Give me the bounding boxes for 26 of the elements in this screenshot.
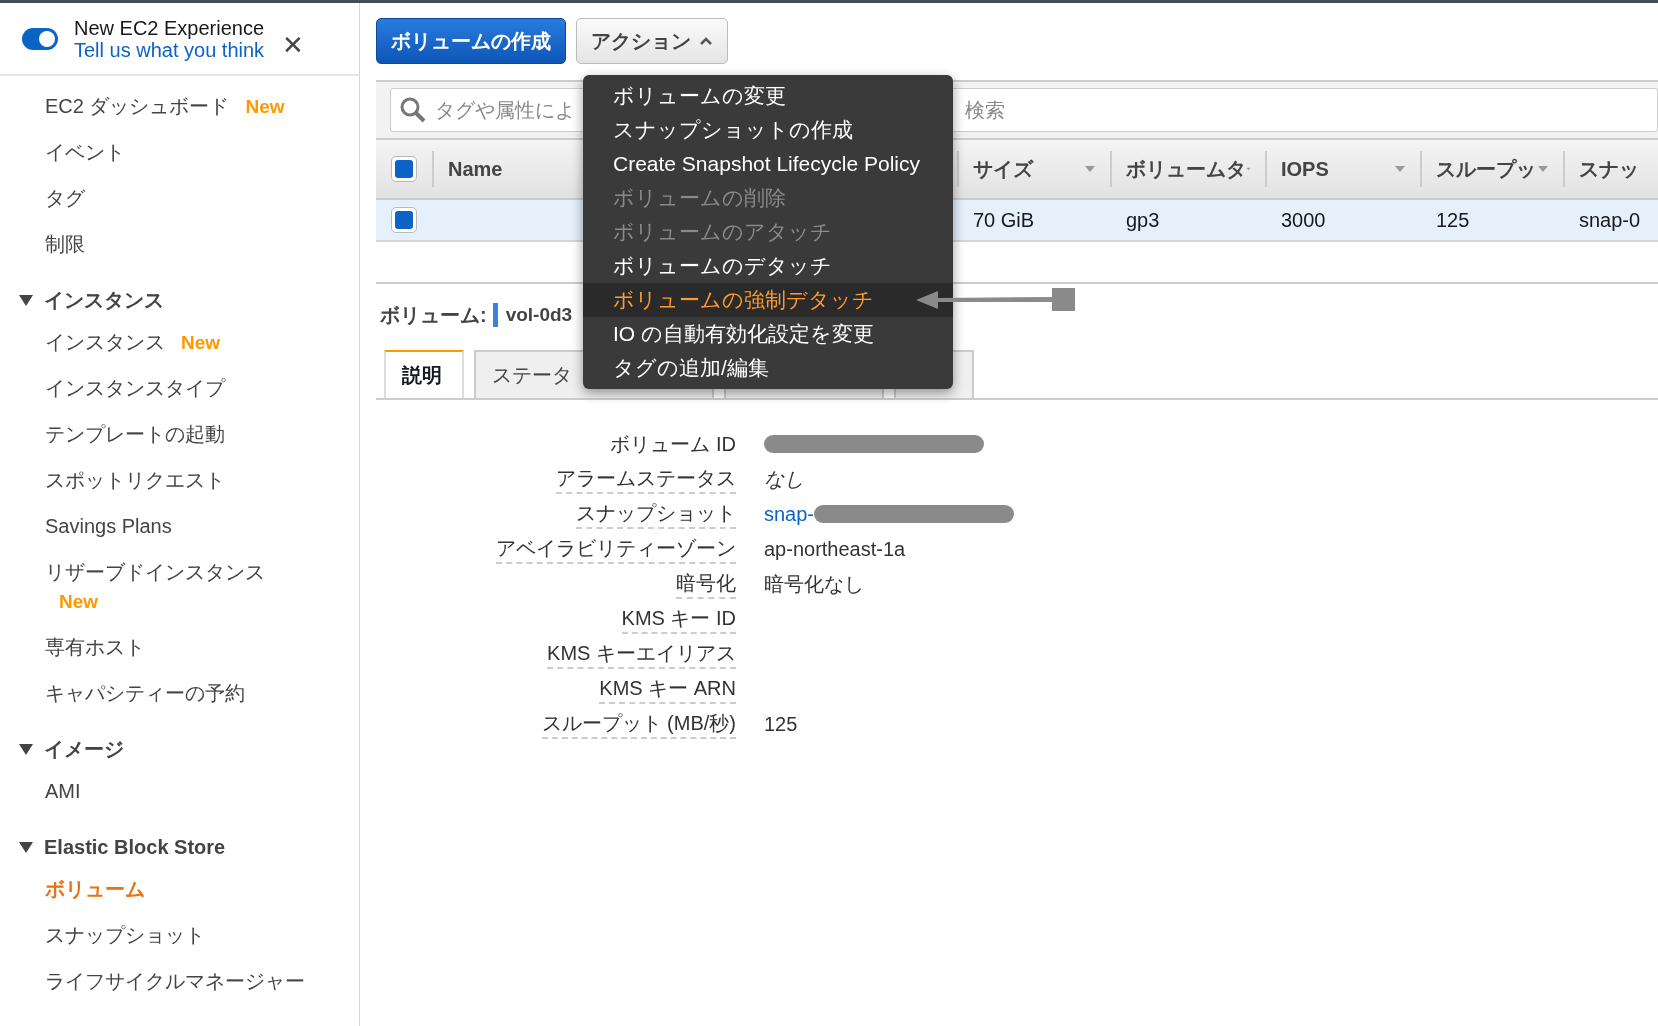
field-label: スナップショット (576, 498, 736, 529)
search-placeholder: 検索 (965, 98, 1005, 123)
table-cell: 125 (1436, 209, 1470, 231)
field-label: KMS キー ID (621, 603, 736, 634)
field-label: アラームステータス (556, 463, 736, 494)
search-placeholder: タグや属性によ (435, 98, 575, 123)
field-value: ap-northeast-1a (764, 536, 906, 562)
table-cell: snap-0 (1579, 209, 1641, 231)
table-cell: 70 GiB (973, 209, 1035, 231)
new-label: New (181, 332, 221, 353)
new-label: New (59, 591, 99, 612)
table-cell: 3000 (1281, 209, 1326, 231)
experience-title: New EC2 Experience (74, 16, 265, 39)
field-label: 暗号化 (676, 568, 736, 599)
field-value: なし (764, 466, 804, 492)
field-value: 暗号化なし (764, 571, 864, 597)
new-label: New (245, 96, 285, 117)
field-label: スループット (MB/秒) (541, 708, 736, 739)
detail-label: ボリューム: (380, 303, 487, 328)
field-label: KMS キー ARN (599, 673, 736, 704)
field-label: ボリューム ID (610, 431, 736, 457)
table-cell: gp3 (1126, 209, 1160, 231)
volume-id: vol-0d3 (505, 302, 573, 327)
field-label: アベイラビリティーゾーン (496, 533, 736, 564)
field-value: 125 (764, 711, 798, 737)
field-label: KMS キーエイリアス (547, 638, 736, 669)
